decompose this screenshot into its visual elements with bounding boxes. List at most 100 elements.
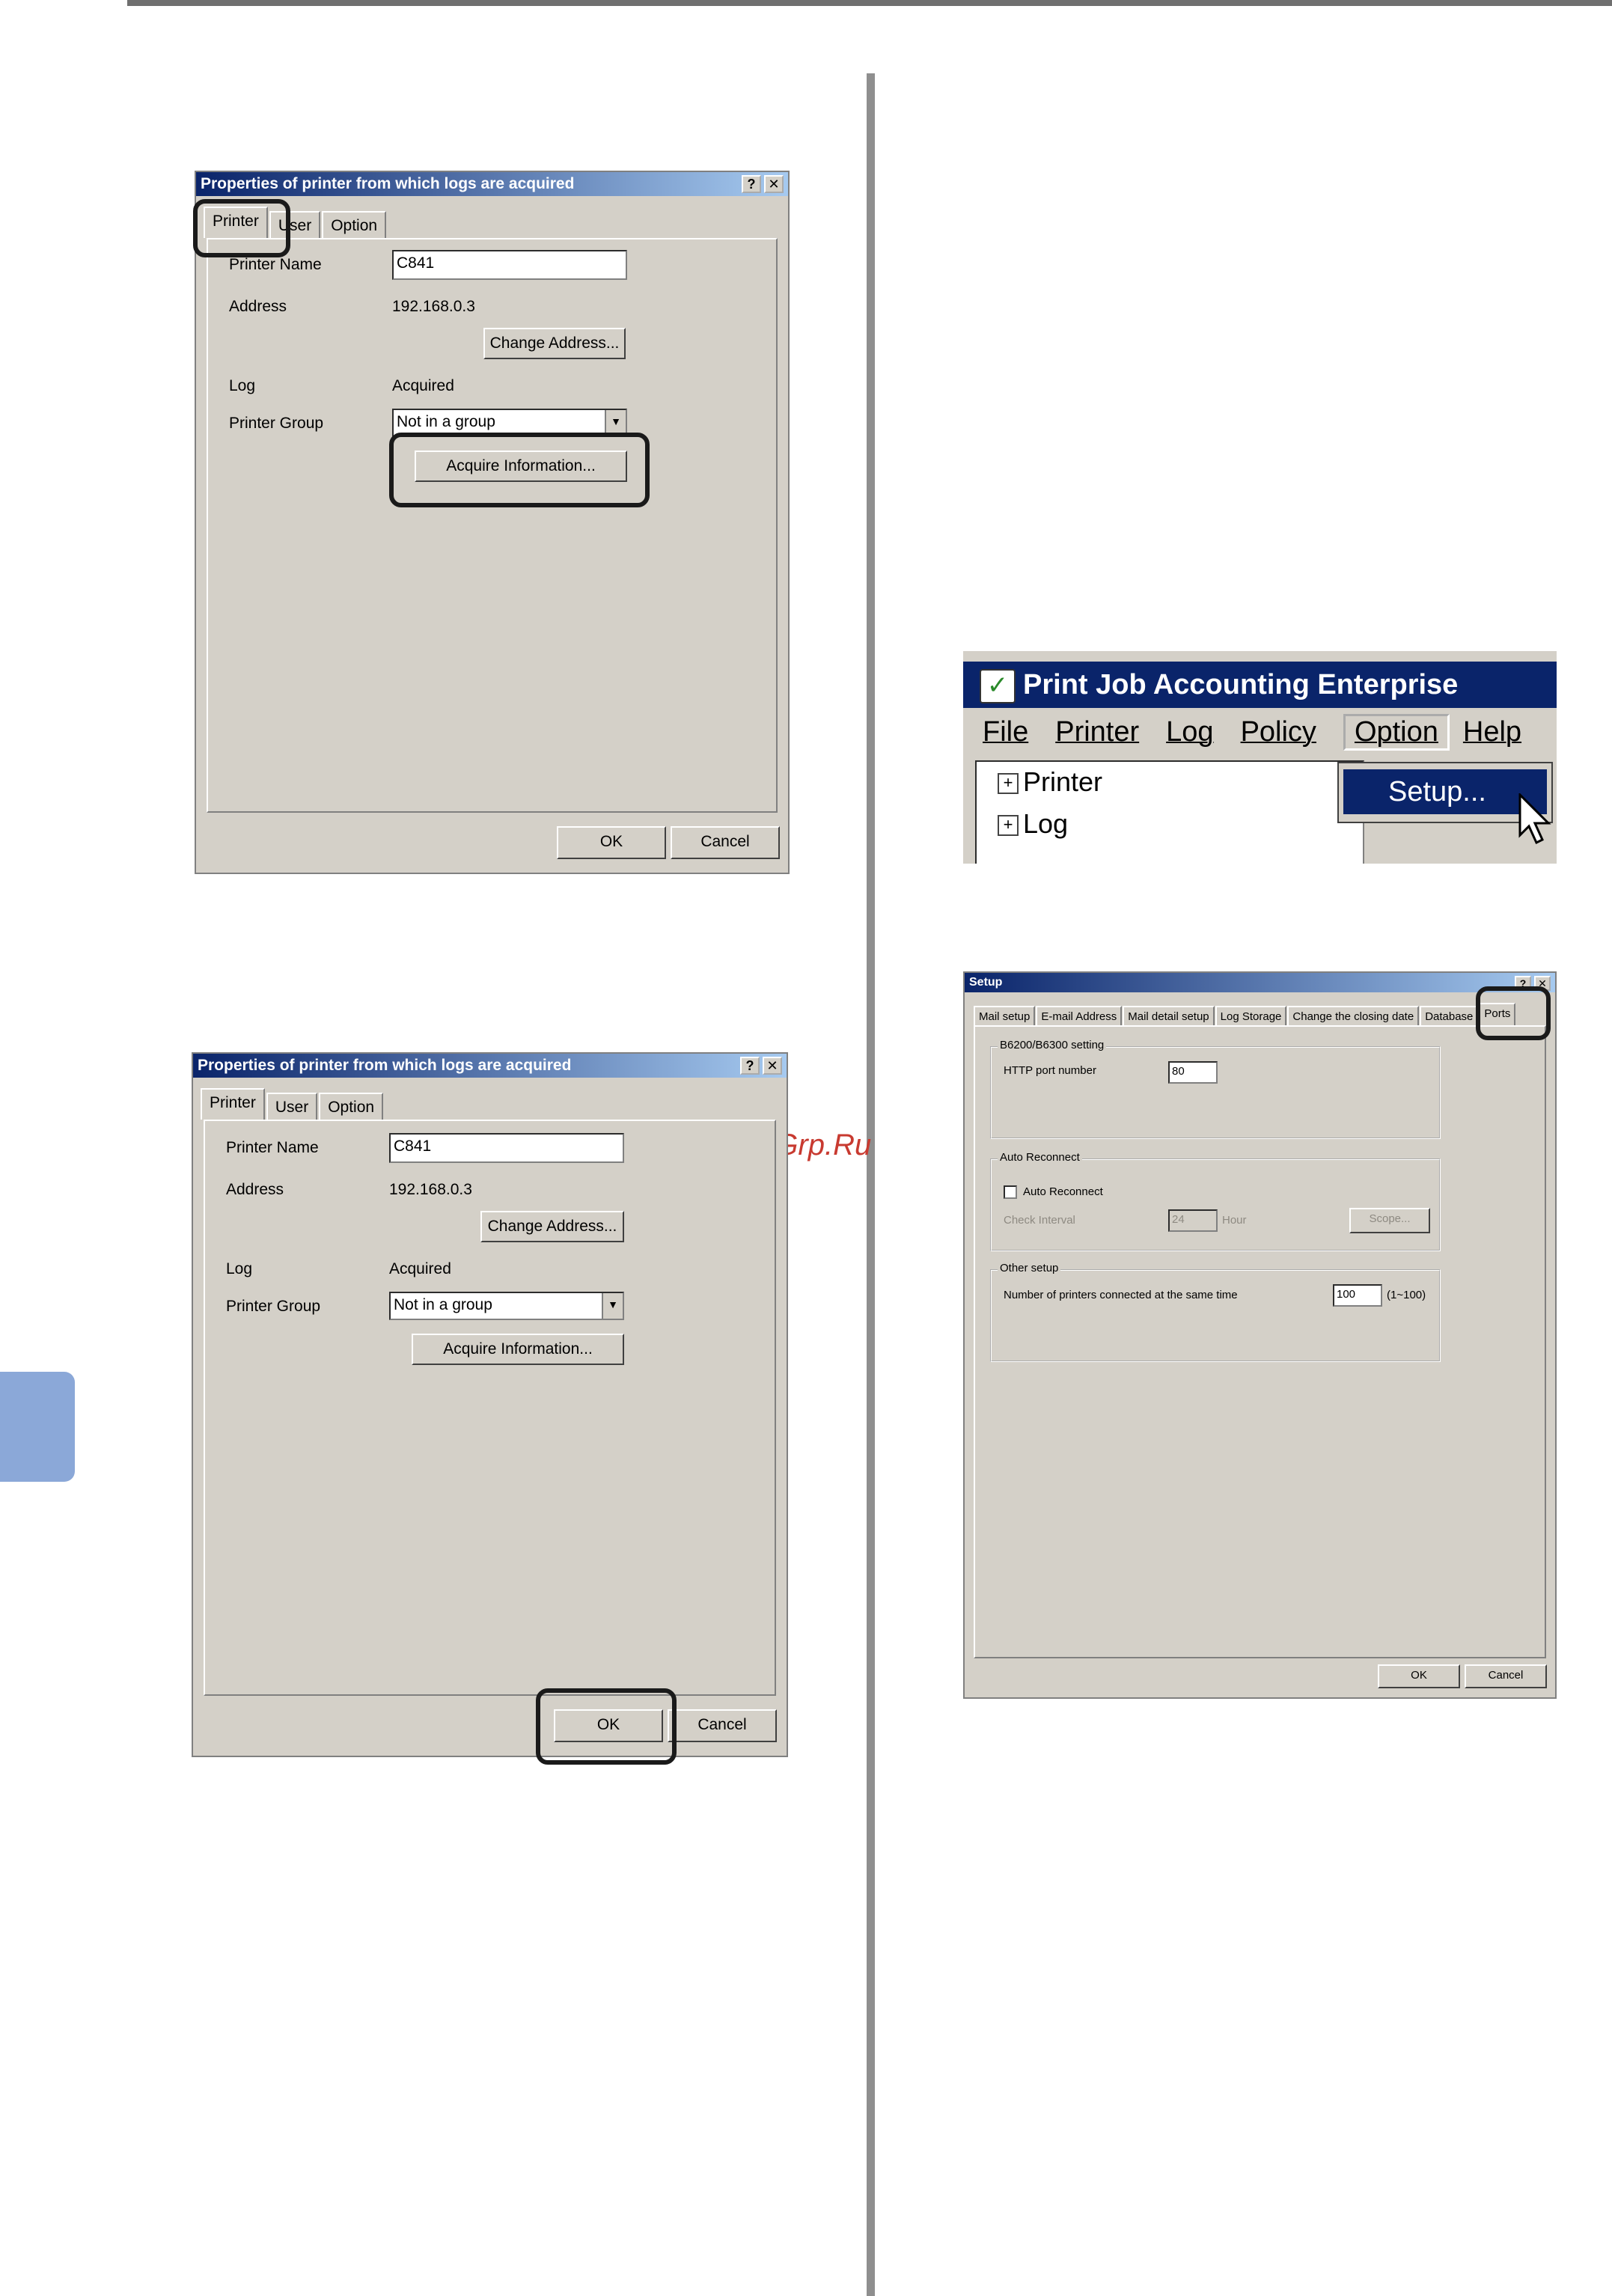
tree-node-label: Printer [1023, 766, 1103, 797]
mouse-cursor-icon [1518, 793, 1551, 845]
printer-name-input[interactable]: C841 [389, 1133, 624, 1163]
group-auto-reconnect: Auto Reconnect Auto Reconnect Check Inte… [990, 1151, 1441, 1251]
menu-option[interactable]: Option [1343, 713, 1450, 751]
log-label: Log [226, 1260, 253, 1277]
option-menu-screenshot: Print Job Accounting Enterprise ✓ File P… [963, 651, 1557, 864]
log-value: Acquired [392, 377, 454, 394]
acquire-information-button[interactable]: Acquire Information... [415, 451, 627, 482]
tab-database[interactable]: Database [1420, 1006, 1479, 1025]
printer-name-label: Printer Name [229, 256, 322, 273]
cancel-button[interactable]: Cancel [668, 1709, 777, 1742]
printer-properties-dialog-2: Properties of printer from which logs ar… [192, 1052, 788, 1757]
printer-group-value: Not in a group [394, 1296, 492, 1313]
menu-policy[interactable]: Policy [1241, 716, 1316, 748]
check-interval-input[interactable]: 24 [1168, 1209, 1218, 1232]
http-port-label: HTTP port number [1004, 1064, 1096, 1077]
ok-button[interactable]: OK [554, 1709, 663, 1742]
tree-node-printer[interactable]: + Printer [998, 766, 1102, 798]
tab-mail-setup[interactable]: Mail setup [974, 1006, 1036, 1025]
menu-help[interactable]: Help [1463, 716, 1521, 748]
app-titlebar: Print Job Accounting Enterprise [963, 662, 1557, 708]
tab-email-address[interactable]: E-mail Address [1036, 1006, 1123, 1025]
dialog-title: Setup [969, 976, 1003, 989]
top-rule [127, 0, 1612, 6]
printer-name-input[interactable]: C841 [392, 250, 627, 280]
cancel-button[interactable]: Cancel [1465, 1664, 1547, 1688]
tab-panel: Printer Name C841 Address 192.168.0.3 Ch… [204, 1120, 776, 1696]
close-icon[interactable]: ✕ [764, 175, 784, 193]
tab-user[interactable]: User [266, 1093, 318, 1120]
tab-change-closing-date[interactable]: Change the closing date [1287, 1006, 1420, 1025]
help-button[interactable]: ? [742, 175, 761, 193]
group-title: Auto Reconnect [998, 1151, 1082, 1164]
setup-dialog: Setup ? ✕ Mail setup E-mail Address Mail… [963, 971, 1557, 1699]
tab-option[interactable]: Option [319, 1093, 384, 1120]
help-button[interactable]: ? [740, 1057, 760, 1075]
hour-unit-label: Hour [1222, 1214, 1247, 1227]
dialog-titlebar: Setup ? ✕ [965, 973, 1555, 992]
log-label: Log [229, 377, 256, 394]
chapter-side-tab [0, 1372, 75, 1482]
tab-printer[interactable]: Printer [204, 207, 268, 238]
address-label: Address [229, 298, 287, 315]
menu-printer[interactable]: Printer [1055, 716, 1139, 748]
auto-reconnect-checkbox[interactable] [1004, 1185, 1017, 1199]
printer-group-select[interactable]: Not in a group ▼ [392, 409, 627, 437]
check-interval-label: Check Interval [1004, 1214, 1075, 1227]
ok-button[interactable]: OK [1378, 1664, 1460, 1688]
chevron-down-icon[interactable]: ▼ [602, 1293, 623, 1319]
menubar: File Printer Log Policy Option Help [963, 708, 1557, 756]
group-title: B6200/B6300 setting [998, 1039, 1107, 1051]
tree-node-label: Log [1023, 808, 1069, 839]
log-value: Acquired [389, 1260, 451, 1277]
change-address-button[interactable]: Change Address... [483, 328, 626, 359]
expand-plus-icon[interactable]: + [998, 815, 1019, 837]
group-b6200-setting: B6200/B6300 setting HTTP port number 80 [990, 1039, 1441, 1139]
group-title: Other setup [998, 1262, 1061, 1274]
ok-button[interactable]: OK [557, 826, 666, 859]
printers-count-input[interactable]: 100 [1333, 1284, 1382, 1307]
printers-count-range: (1~100) [1387, 1289, 1426, 1301]
tab-ports[interactable]: Ports [1479, 1003, 1516, 1025]
cancel-button[interactable]: Cancel [671, 826, 780, 859]
chevron-down-icon[interactable]: ▼ [605, 410, 626, 436]
close-icon[interactable]: ✕ [763, 1057, 782, 1075]
printer-properties-dialog-1: Properties of printer from which logs ar… [195, 171, 790, 874]
menu-file[interactable]: File [983, 716, 1028, 748]
dialog-title: Properties of printer from which logs ar… [198, 1057, 572, 1074]
printer-group-label: Printer Group [226, 1298, 321, 1315]
group-other-setup: Other setup Number of printers connected… [990, 1262, 1441, 1362]
close-icon[interactable]: ✕ [1534, 976, 1551, 991]
auto-reconnect-label: Auto Reconnect [1023, 1185, 1103, 1198]
help-button[interactable]: ? [1515, 976, 1531, 991]
column-divider [867, 73, 875, 2296]
printer-group-select[interactable]: Not in a group ▼ [389, 1292, 624, 1320]
tree-view: + Printer + Log [975, 760, 1364, 864]
change-address-button[interactable]: Change Address... [480, 1211, 624, 1242]
tab-printer[interactable]: Printer [201, 1088, 265, 1120]
tab-user[interactable]: User [269, 211, 321, 238]
tree-node-log[interactable]: + Log [998, 808, 1068, 840]
printer-group-value: Not in a group [397, 413, 495, 430]
scope-button[interactable]: Scope... [1349, 1208, 1430, 1233]
expand-plus-icon[interactable]: + [998, 773, 1019, 795]
dialog-titlebar: Properties of printer from which logs ar… [193, 1054, 787, 1078]
tab-panel: B6200/B6300 setting HTTP port number 80 … [974, 1025, 1546, 1658]
printers-count-label: Number of printers connected at the same… [1004, 1289, 1238, 1301]
acquire-information-button[interactable]: Acquire Information... [412, 1334, 624, 1365]
printer-name-label: Printer Name [226, 1139, 319, 1156]
http-port-input[interactable]: 80 [1168, 1061, 1218, 1084]
checkmark-icon: ✓ [980, 669, 1016, 703]
tab-log-storage[interactable]: Log Storage [1215, 1006, 1287, 1025]
tab-panel: Printer Name C841 Address 192.168.0.3 Ch… [207, 238, 778, 813]
tab-mail-detail-setup[interactable]: Mail detail setup [1123, 1006, 1215, 1025]
address-label: Address [226, 1181, 284, 1198]
address-value: 192.168.0.3 [389, 1181, 472, 1198]
address-value: 192.168.0.3 [392, 298, 475, 315]
dialog-title: Properties of printer from which logs ar… [201, 175, 575, 192]
printer-group-label: Printer Group [229, 415, 324, 432]
app-title: Print Job Accounting Enterprise [1023, 669, 1459, 700]
menu-log[interactable]: Log [1166, 716, 1213, 748]
dialog-titlebar: Properties of printer from which logs ar… [196, 172, 788, 196]
tab-option[interactable]: Option [322, 211, 387, 238]
